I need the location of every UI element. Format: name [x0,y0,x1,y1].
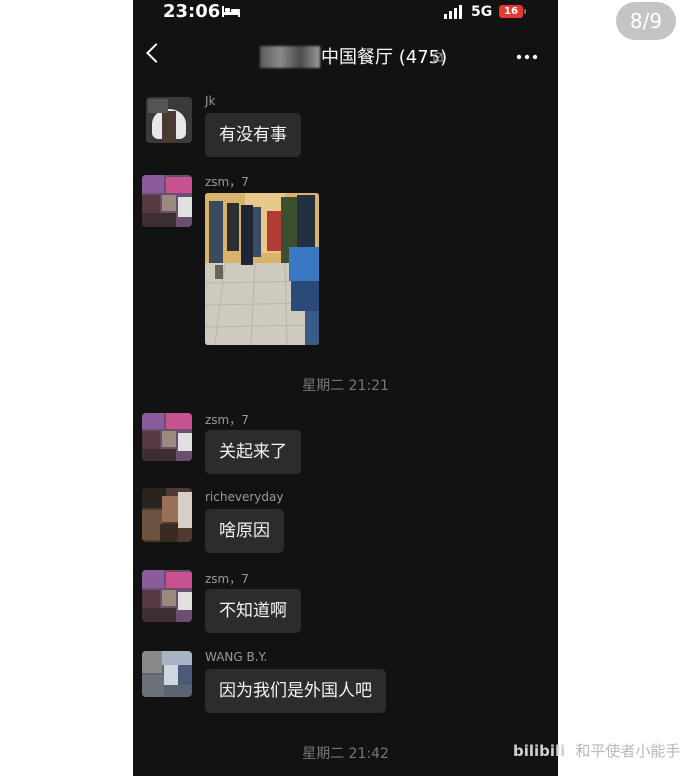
sender-name: Jk [205,94,216,108]
signal-icon [444,5,466,19]
message-bubble[interactable]: 啥原因 [205,509,284,553]
status-bar: 23:06 5G 16 [133,0,558,24]
image-message[interactable] [205,193,319,345]
status-time: 23:06 [163,1,221,22]
phone-screenshot: 23:06 5G 16 中国餐厅 (475) Jk 有没有事 zsm，7 星期二… [133,0,558,776]
bed-icon [222,6,240,20]
bilibili-logo: bilibili [513,742,566,760]
avatar[interactable] [142,413,192,461]
sender-name: zsm，7 [205,413,249,427]
sender-name: zsm，7 [205,175,249,189]
message-bubble[interactable]: 关起来了 [205,430,301,474]
avatar[interactable] [142,651,192,697]
battery-tip [524,9,526,14]
more-dots-icon[interactable] [516,44,538,76]
group-name: 中国餐厅 [321,47,393,68]
bell-off-icon [431,51,445,69]
watermark: bilibili 和平使者小能手 [513,740,680,761]
timestamp: 星期二 21:42 [302,746,389,762]
avatar[interactable] [142,570,192,622]
avatar[interactable] [142,488,192,542]
title-redaction [260,46,320,68]
timestamp: 星期二 21:21 [302,378,389,394]
sender-name: WANG B.Y. [205,650,268,664]
network-type: 5G [471,4,493,20]
avatar[interactable] [142,175,192,227]
chevron-left-icon[interactable] [146,43,166,63]
battery-icon: 16 [499,5,523,18]
watermark-text: 和平使者小能手 [575,742,681,760]
sender-name: zsm，7 [205,572,249,586]
sender-name: richeveryday [205,490,284,504]
message-bubble[interactable]: 不知道啊 [205,589,301,633]
image-counter: 8/9 [616,2,676,40]
chat-header: 中国餐厅 (475) [133,34,558,82]
message-bubble[interactable]: 因为我们是外国人吧 [205,669,386,713]
message-bubble[interactable]: 有没有事 [205,113,301,157]
avatar[interactable] [146,97,192,143]
